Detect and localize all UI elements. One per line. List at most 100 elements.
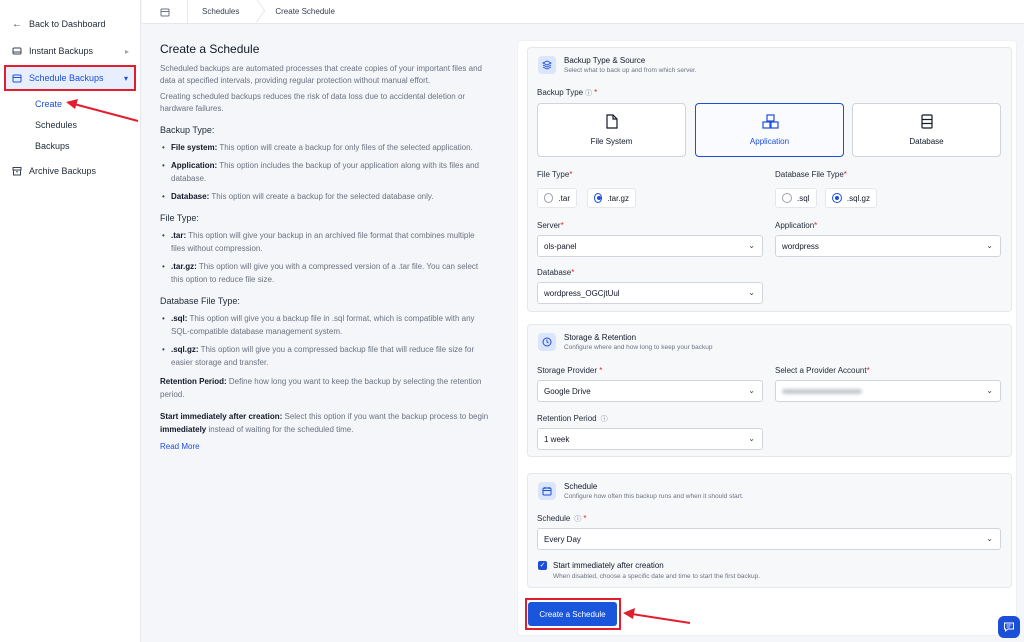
calendar-home-icon[interactable] (142, 0, 188, 24)
chevron-down-icon: ⌄ (986, 534, 993, 543)
sidebar-item-label: Schedule Backups (29, 73, 104, 83)
type-label: Database (909, 137, 944, 146)
info-icon: ⓘ (574, 516, 582, 523)
card-header: Storage & Retention Configure where and … (538, 333, 713, 352)
breadcrumb: Schedules Create Schedule (142, 0, 1024, 24)
sidebar-item-instant-backups[interactable]: Instant Backups ▸ (0, 40, 141, 62)
chevron-down-icon: ⌄ (986, 241, 993, 250)
card-header: Schedule Configure how often this backup… (538, 482, 744, 501)
sidebar-subitem-backups[interactable]: Backups (35, 141, 70, 151)
list-item: Database: This option will create a back… (160, 190, 490, 203)
start-immediately-hint: When disabled, choose a specific date an… (553, 573, 761, 580)
provider-account-select[interactable]: ⌄ (775, 380, 1001, 402)
provider-account-label: Select a Provider Account* (775, 366, 870, 375)
chat-support-icon[interactable] (998, 616, 1020, 638)
storage-provider-label: Storage Provider * (537, 366, 603, 375)
chevron-down-icon: ⌄ (748, 434, 755, 443)
card-subtitle: Configure where and how long to keep you… (564, 344, 713, 351)
info-icon: ⓘ (585, 90, 593, 97)
select-value: Every Day (544, 534, 581, 544)
application-select[interactable]: wordpress ⌄ (775, 235, 1001, 257)
card-title: Backup Type & Source (564, 56, 646, 65)
card-header: Backup Type & Source Select what to back… (538, 56, 697, 75)
sidebar-subitem-schedules[interactable]: Schedules (35, 120, 77, 130)
breadcrumb-schedules[interactable]: Schedules (188, 0, 253, 24)
file-type-list: .tar: This option will give your backup … (160, 229, 490, 286)
create-schedule-button[interactable]: Create a Schedule (528, 602, 617, 626)
chevron-down-icon: ▾ (123, 73, 128, 83)
retention-info: Retention Period: Define how long you wa… (160, 377, 482, 399)
server-label: Server* (537, 221, 564, 230)
radio-sql[interactable]: .sql (775, 188, 817, 208)
list-item: .tar: This option will give your backup … (160, 229, 490, 255)
card-subtitle: Configure how often this backup runs and… (564, 493, 744, 500)
database-icon (919, 114, 935, 132)
storage-provider-select[interactable]: Google Drive ⌄ (537, 380, 763, 402)
type-file-system[interactable]: File System (537, 103, 686, 157)
list-item: File system: This option will create a b… (160, 141, 490, 154)
database-label: Database* (537, 268, 575, 277)
start-immediately-checkbox[interactable]: ✓ (538, 561, 547, 570)
radio-tar[interactable]: .tar (537, 188, 577, 208)
sidebar-item-archive-backups[interactable]: Archive Backups (0, 160, 141, 182)
type-label: File System (590, 137, 633, 146)
retention-period-label: Retention Period ⓘ (537, 414, 608, 423)
select-value: wordpress_OGCjtUul (544, 288, 620, 298)
clock-icon (538, 333, 556, 351)
list-item: .tar.gz: This option will give you with … (160, 260, 490, 286)
page-title: Create a Schedule (160, 42, 260, 56)
drive-icon (12, 46, 22, 56)
calendar-icon (12, 73, 22, 83)
start-info: Start immediately after creation: Select… (160, 412, 489, 434)
start-immediately-label: Start immediately after creation (553, 561, 664, 570)
schedule-select[interactable]: Every Day ⌄ (537, 528, 1001, 550)
file-type-label: File Type* (537, 170, 573, 179)
sidebar-subitem-create[interactable]: Create (35, 99, 62, 109)
backup-type-label: Backup Type ⓘ * (537, 88, 598, 97)
card-subtitle: Select what to back up and from which se… (564, 67, 697, 74)
type-application[interactable]: Application (695, 103, 844, 157)
select-value: wordpress (782, 241, 819, 251)
intro-text: Scheduled backups are automated processe… (160, 64, 482, 85)
info-column: Create a Schedule Scheduled backups are … (160, 42, 490, 451)
radio-label: .tar.gz (607, 193, 629, 203)
archive-icon (12, 166, 22, 176)
arrow-left-icon: ← (12, 18, 22, 30)
server-select[interactable]: ols-panel ⌄ (537, 235, 763, 257)
calendar-icon (538, 482, 556, 500)
database-select[interactable]: wordpress_OGCjtUul ⌄ (537, 282, 763, 304)
db-file-type-list: .sql: This option will give you a backup… (160, 312, 490, 369)
layers-icon (538, 56, 556, 74)
type-database[interactable]: Database (852, 103, 1001, 157)
card-title: Storage & Retention (564, 333, 637, 342)
breadcrumb-create-schedule: Create Schedule (275, 7, 335, 16)
list-item: .sql.gz: This option will give you a com… (160, 343, 490, 369)
retention-period-select[interactable]: 1 week ⌄ (537, 428, 763, 450)
radio-sql-gz[interactable]: .sql.gz (825, 188, 877, 208)
list-item: Application: This option includes the ba… (160, 159, 490, 185)
redacted-account (782, 388, 862, 394)
file-type-heading: File Type: (160, 213, 199, 223)
radio-label: .sql (797, 193, 810, 203)
chevron-down-icon: ⌄ (748, 386, 755, 395)
chevron-down-icon: ⌄ (748, 288, 755, 297)
file-icon (604, 114, 620, 132)
backup-source-card: Backup Type & Source Select what to back… (527, 47, 1012, 312)
chevron-right-icon: ▸ (124, 46, 129, 56)
db-file-type-label: Database File Type* (775, 170, 847, 179)
back-to-dashboard-link[interactable]: ← Back to Dashboard (0, 13, 141, 35)
schedule-label: Schedule ⓘ * (537, 514, 587, 523)
radio-tar-gz[interactable]: .tar.gz (587, 188, 636, 208)
select-value: 1 week (544, 434, 570, 444)
sidebar-item-label: Instant Backups (29, 46, 94, 56)
radio-dot (594, 193, 603, 203)
sidebar-item-schedule-backups[interactable]: Schedule Backups ▾ (4, 65, 136, 91)
application-label: Application* (775, 221, 818, 230)
chevron-down-icon: ⌄ (986, 386, 993, 395)
card-title: Schedule (564, 482, 598, 491)
read-more-link[interactable]: Read More (160, 442, 490, 451)
backup-type-list: File system: This option will create a b… (160, 141, 490, 203)
sidebar-item-label: Archive Backups (29, 166, 97, 176)
type-label: Application (749, 137, 790, 146)
select-value: Google Drive (544, 386, 591, 396)
